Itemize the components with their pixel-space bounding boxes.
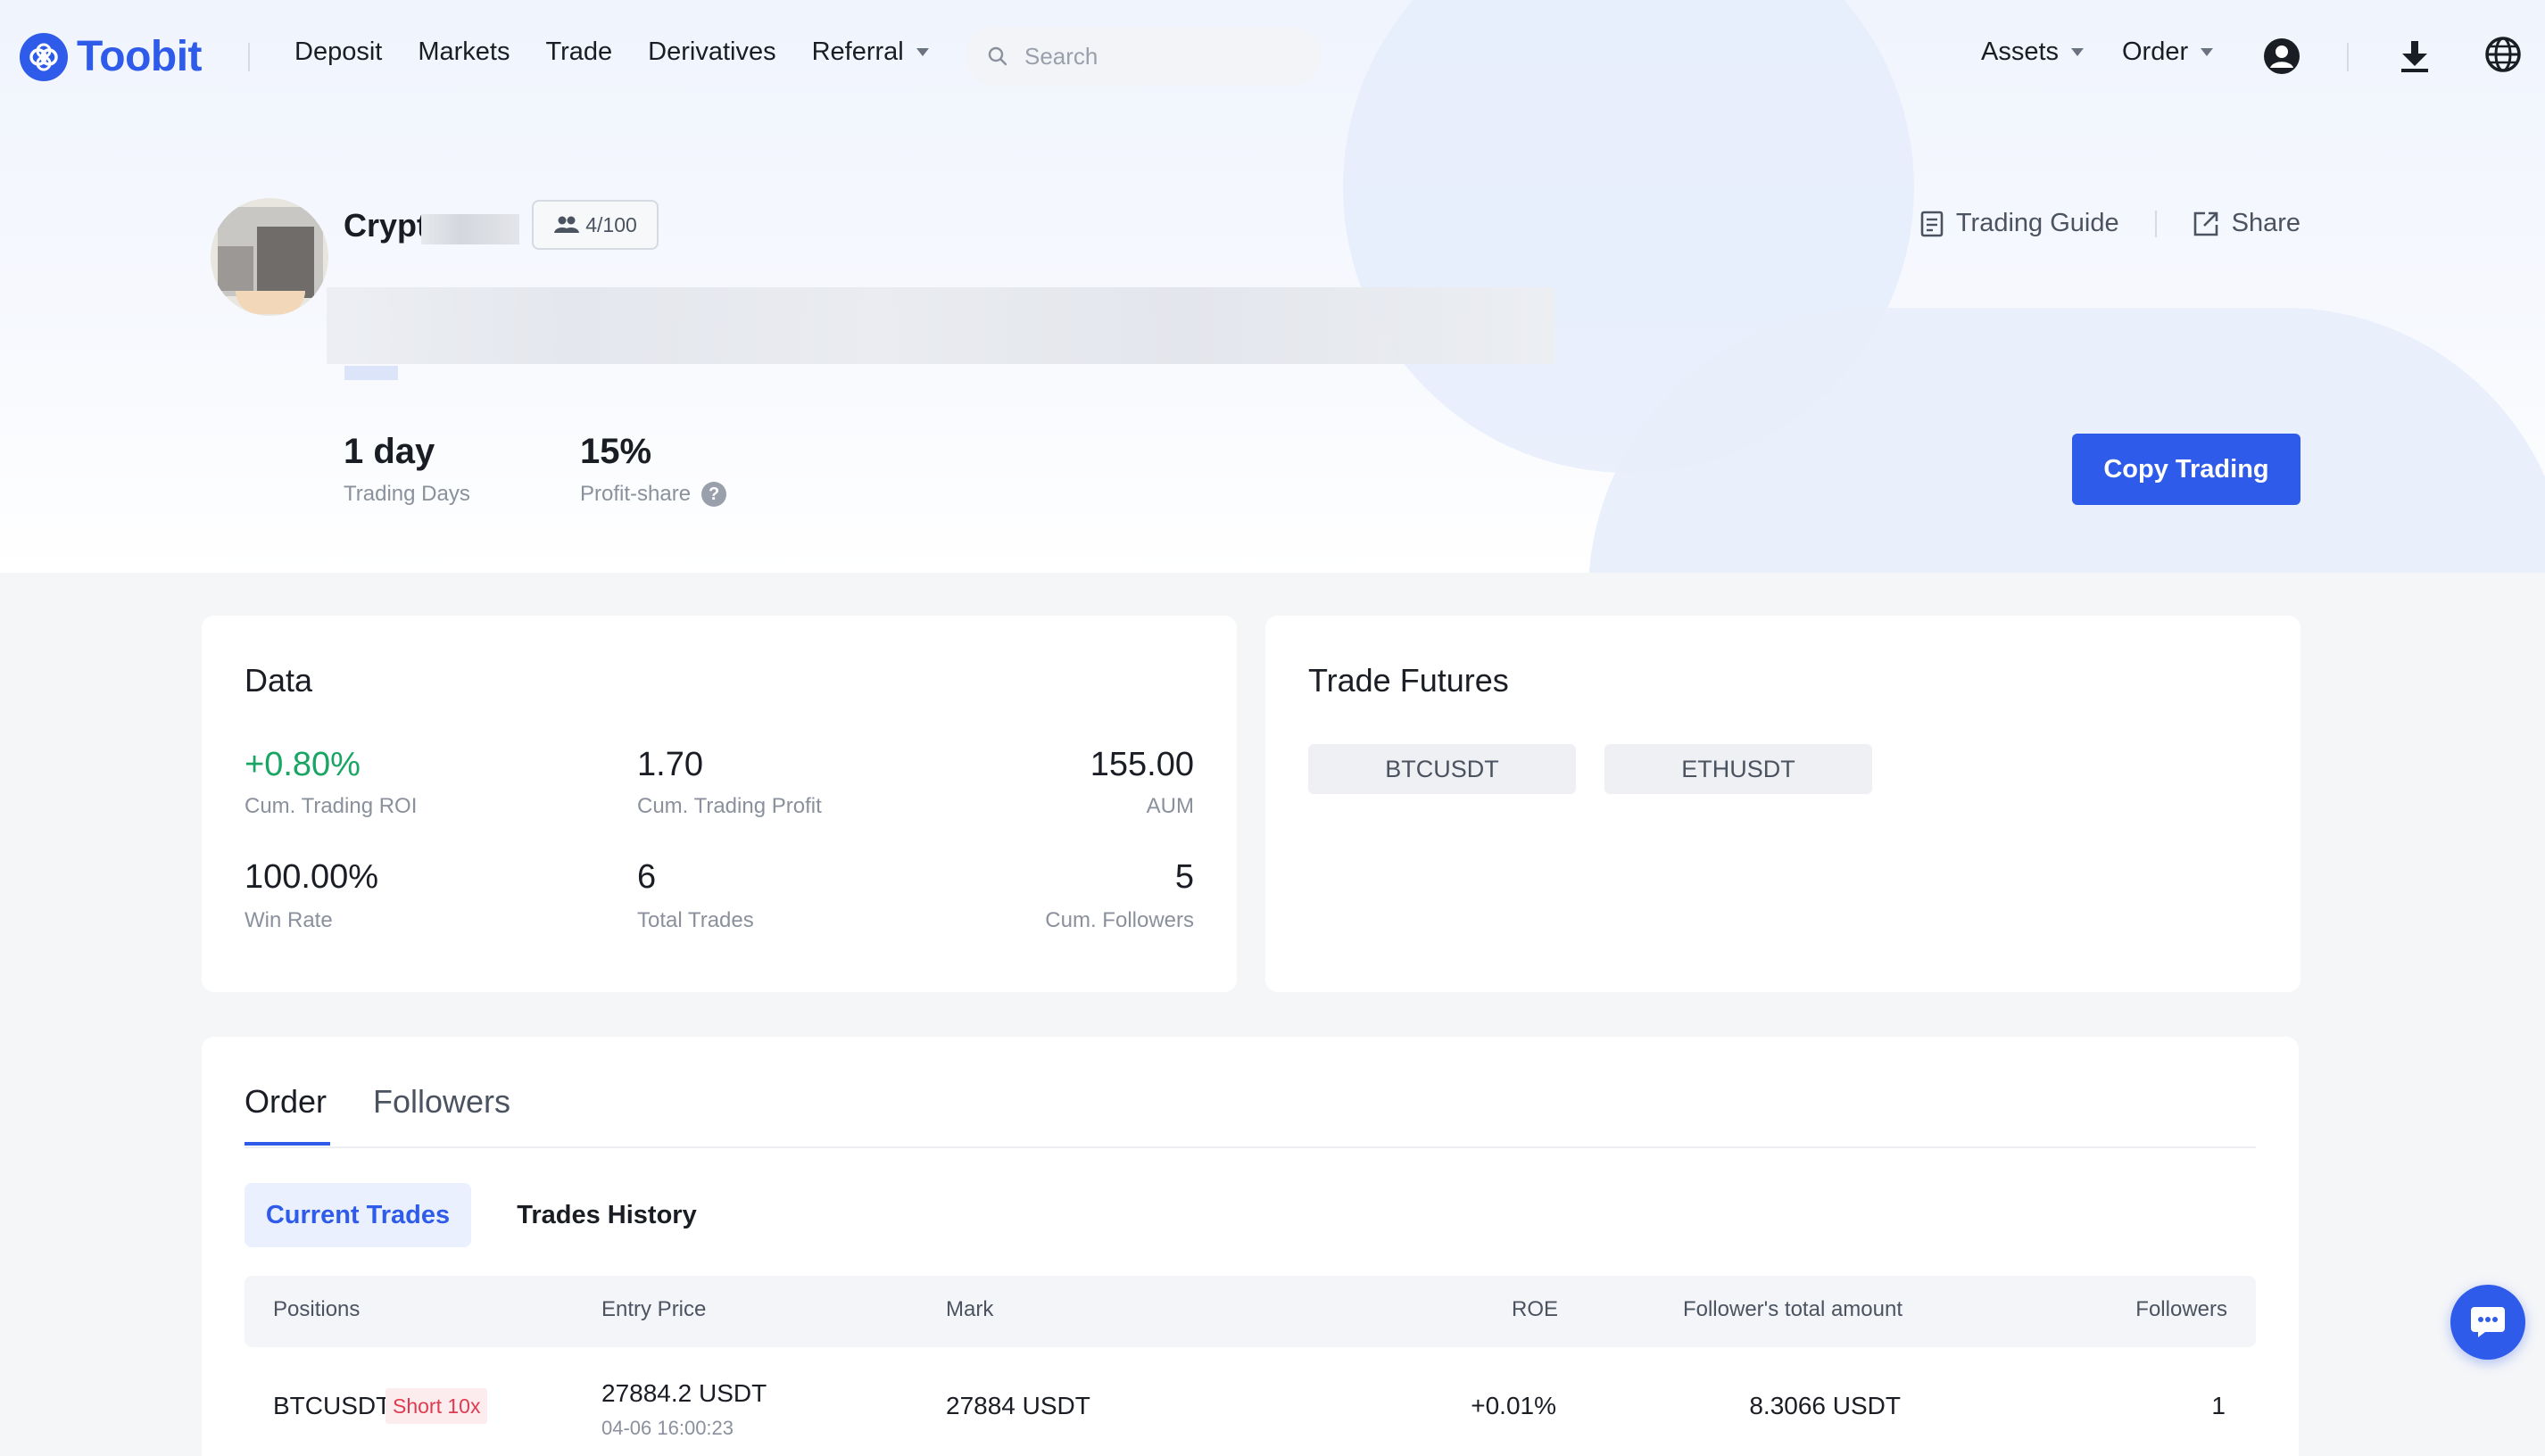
copy-trading-button[interactable]: Copy Trading — [2072, 434, 2300, 505]
trading-days-value: 1 day — [344, 432, 435, 471]
pair-chip-btcusdt[interactable]: BTCUSDT — [1308, 744, 1576, 794]
aum-value: 155.00 — [1090, 746, 1194, 783]
followers-count: 1 — [2211, 1392, 2226, 1419]
cum-roi-label: Cum. Trading ROI — [245, 794, 418, 818]
trading-days-label: Trading Days — [344, 482, 470, 506]
roe-value: +0.01% — [1471, 1392, 1556, 1419]
nav-derivatives[interactable]: Derivatives — [648, 37, 775, 67]
language-button[interactable] — [2484, 36, 2522, 73]
cum-roi-value: +0.80% — [245, 746, 361, 783]
help-icon[interactable]: ? — [701, 482, 727, 507]
share-link[interactable]: Share — [2193, 209, 2300, 238]
tab-followers[interactable]: Followers — [373, 1083, 510, 1121]
nav-referral-label: Referral — [811, 37, 904, 66]
nav-trade[interactable]: Trade — [545, 37, 612, 67]
share-icon — [2193, 211, 2218, 236]
chevron-down-icon — [2201, 48, 2214, 56]
decorative-shape — [1588, 308, 2545, 573]
users-icon — [554, 216, 580, 233]
follower-capacity-badge: 4/100 — [532, 200, 659, 250]
tab-order[interactable]: Order — [245, 1083, 327, 1121]
win-rate-label: Win Rate — [245, 908, 333, 932]
assets-label: Assets — [1981, 37, 2060, 66]
nav-referral[interactable]: Referral — [812, 37, 929, 67]
order-menu[interactable]: Order — [2122, 37, 2214, 67]
trade-futures-card: Trade Futures BTCUSDT ETHUSDT — [1265, 616, 2300, 992]
nav-divider — [248, 43, 250, 71]
nav-links: Deposit Markets Trade Derivatives Referr… — [294, 37, 929, 67]
download-icon — [2401, 41, 2428, 72]
table-header: Positions Entry Price Mark ROE Follower'… — [245, 1276, 2256, 1347]
column-positions: Positions — [273, 1297, 361, 1321]
avatar — [211, 198, 328, 316]
user-account-button[interactable] — [2263, 37, 2300, 75]
mark-price: 27884 USDT — [946, 1392, 1090, 1419]
entry-time: 04-06 16:00:23 — [601, 1417, 734, 1439]
cum-followers-value: 5 — [1174, 858, 1194, 896]
search-icon — [988, 46, 1007, 66]
column-mark: Mark — [946, 1297, 994, 1321]
total-trades-label: Total Trades — [637, 908, 754, 932]
subtab-trades-history[interactable]: Trades History — [500, 1183, 714, 1247]
search-box[interactable] — [966, 27, 1321, 86]
pair-chip-ethusdt[interactable]: ETHUSDT — [1604, 744, 1872, 794]
column-roe: ROE — [1511, 1297, 1558, 1321]
win-rate-value: 100.00% — [245, 858, 379, 896]
trading-guide-label: Trading Guide — [1955, 209, 2119, 237]
redacted-name — [421, 214, 519, 244]
cum-profit-value: 1.70 — [637, 746, 703, 783]
cum-profit-label: Cum. Trading Profit — [637, 794, 822, 818]
trading-guide-link[interactable]: Trading Guide — [1920, 209, 2119, 238]
nav-divider — [2347, 43, 2349, 71]
active-tab-indicator — [245, 1142, 330, 1146]
nav-markets[interactable]: Markets — [418, 37, 510, 67]
data-card: Data +0.80% Cum. Trading ROI 1.70 Cum. T… — [202, 616, 1237, 992]
logo-icon — [20, 32, 68, 81]
chat-icon — [2471, 1307, 2505, 1337]
search-input[interactable] — [1024, 42, 1292, 70]
share-label: Share — [2231, 209, 2300, 237]
follower-capacity: 4/100 — [585, 212, 637, 236]
entry-price: 27884.2 USDT — [601, 1379, 767, 1407]
profit-share-value: 15% — [580, 432, 652, 471]
redacted-bio — [327, 287, 1554, 364]
trade-futures-title: Trade Futures — [1308, 662, 1509, 699]
column-followers: Followers — [2135, 1297, 2227, 1321]
profit-share-label: Profit-share — [580, 482, 692, 506]
column-entry-price: Entry Price — [601, 1297, 707, 1321]
chevron-down-icon — [916, 48, 929, 56]
download-button[interactable] — [2399, 39, 2431, 73]
tabs-divider — [245, 1146, 2256, 1148]
toobit-logo[interactable]: Toobit — [20, 32, 203, 81]
cum-followers-label: Cum. Followers — [1045, 908, 1194, 932]
globe-icon — [2485, 37, 2521, 72]
total-trades-value: 6 — [637, 858, 657, 896]
redacted-tag — [344, 366, 398, 380]
top-navigation: Toobit Deposit Markets Trade Derivatives… — [0, 0, 2545, 114]
aum-label: AUM — [1146, 794, 1194, 818]
column-follower-total: Follower's total amount — [1682, 1297, 1903, 1321]
order-label: Order — [2122, 37, 2189, 66]
data-card-title: Data — [245, 662, 313, 699]
user-icon — [2264, 38, 2300, 74]
profit-share-row: Profit-share ? — [580, 482, 727, 507]
follower-total-amount: 8.3066 USDT — [1749, 1392, 1901, 1419]
support-chat-button[interactable] — [2450, 1285, 2525, 1360]
logo-text: Toobit — [77, 33, 203, 80]
nav-deposit[interactable]: Deposit — [294, 37, 382, 67]
assets-menu[interactable]: Assets — [1981, 37, 2085, 67]
document-icon — [1920, 211, 1944, 236]
subtab-current-trades[interactable]: Current Trades — [245, 1183, 471, 1247]
side-leverage-badge: Short 10x — [385, 1388, 488, 1424]
chevron-down-icon — [2071, 48, 2085, 56]
profile-actions: Trading Guide Share — [1920, 209, 2300, 238]
position-symbol: BTCUSDT — [273, 1392, 392, 1419]
